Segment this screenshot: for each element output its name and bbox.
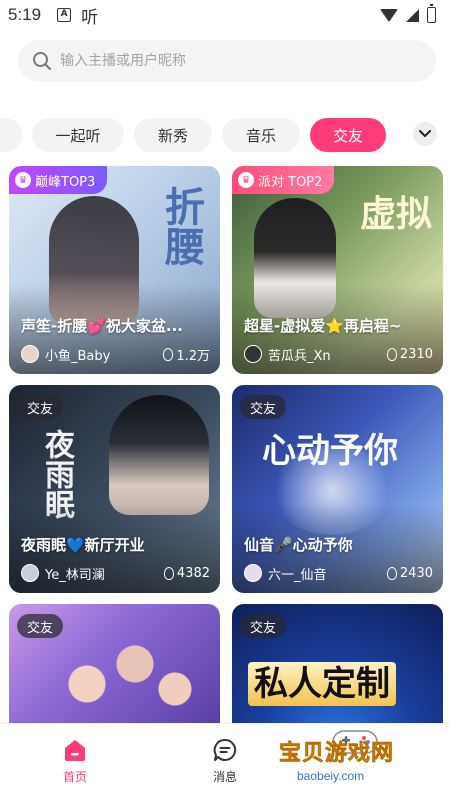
host-name: 六一_仙音 [268,567,327,583]
room-title: 超星-虚拟爱⭐再启程~ [244,317,402,335]
nav-messages-label: 消息 [212,770,237,784]
status-indicators [380,4,436,23]
category-tag: 交友 [240,395,287,419]
rank-badge: ♛ 巅峰TOP3 [9,166,108,194]
room-card[interactable]: 私人定制 交友 [232,604,443,723]
cover-art-text: 私人定制 [248,662,396,706]
search-input[interactable] [60,53,400,69]
search-icon [33,52,51,70]
avatar [244,345,262,363]
heat-value: 1.2万 [176,348,210,364]
flame-icon [386,347,397,361]
rank-badge: ♛ 派对 TOP2 [232,166,335,194]
host-photo [109,395,209,515]
room-card[interactable]: 虚拟 ♛ 派对 TOP2 超星-虚拟爱⭐再启程~ 苦瓜兵_Xn 2310 [232,166,443,374]
heat-value: 4382 [176,565,210,581]
host-name: 小鱼_Baby [45,348,111,364]
room-meta: 小鱼_Baby 1.2万 [21,344,210,364]
category-tag: 交友 [17,614,64,638]
avatar [21,564,39,582]
group-art [39,624,199,723]
room-meta: Ye_林司澜 4382 [21,563,210,583]
tab-listen-together[interactable]: 一起听 [32,118,124,152]
room-title: 声笙-折腰💕祝大家盆... [21,317,183,335]
room-card[interactable]: 折腰 ♛ 巅峰TOP3 声笙-折腰💕祝大家盆... 小鱼_Baby 1.2万 [9,166,220,374]
nav-home-label: 首页 [62,770,87,784]
cover-art-text: 虚拟 [360,193,433,235]
search-bar[interactable] [18,40,436,82]
room-card[interactable]: 心动予你 交友 仙音🎤心动予你 六一_仙音 2430 [232,385,443,593]
flame-icon [163,347,174,361]
app-notification-icon: A [57,8,72,22]
room-meta: 苦瓜兵_Xn 2310 [244,344,433,364]
signal-icon [406,8,419,22]
tab-newcomer[interactable]: 新秀 [134,118,212,152]
heat-count: 2310 [386,346,433,362]
home-icon [65,740,85,761]
heat-value: 2430 [399,565,433,581]
more-tabs-button[interactable] [413,122,437,146]
message-icon [213,738,237,761]
battery-icon [427,4,436,23]
avatar [244,564,262,582]
flame-icon [163,566,174,580]
category-tag: 交友 [17,395,64,419]
crown-icon: ♛ [15,172,31,188]
wifi-icon [380,8,398,22]
host-name: Ye_林司澜 [45,567,105,583]
watermark-url: baobeiy.com [297,769,365,783]
room-card[interactable]: 夜雨眠 交友 夜雨眠💙新厅开业 Ye_林司澜 4382 [9,385,220,593]
tab-previous[interactable] [0,118,22,152]
rank-badge-label: 巅峰TOP3 [35,174,96,190]
heat-value: 2310 [399,346,433,362]
site-watermark: 宝贝游戏网 baobeiy.com [275,730,435,793]
flame-icon [386,566,397,580]
tab-friends[interactable]: 交友 [310,118,386,152]
crown-icon: ♛ [238,172,254,188]
cover-art-text: 折腰 [158,186,205,266]
heat-count: 2430 [386,565,433,581]
rank-badge-label: 派对 TOP2 [258,174,323,190]
host-name: 苦瓜兵_Xn [268,348,331,364]
category-tabs: 一起听 新秀 音乐 交友 [0,118,402,152]
room-title: 仙音🎤心动予你 [244,536,353,554]
room-title: 夜雨眠💙新厅开业 [21,536,145,554]
category-tag: 交友 [240,614,287,638]
nav-home[interactable]: 首页 [0,724,150,800]
avatar [21,345,39,363]
watermark-title: 宝贝游戏网 [279,741,395,767]
room-meta: 六一_仙音 2430 [244,563,433,583]
chevron-down-icon [419,130,431,137]
tab-music[interactable]: 音乐 [222,118,300,152]
listen-notification-icon: 听 [81,7,99,28]
heat-count: 1.2万 [163,345,210,364]
cover-art-text: 心动予你 [262,431,398,471]
status-bar: 5:19 A 听 [0,0,450,30]
heat-count: 4382 [163,565,210,581]
room-card[interactable]: 交友 [9,604,220,723]
status-time: 5:19 [8,5,42,24]
